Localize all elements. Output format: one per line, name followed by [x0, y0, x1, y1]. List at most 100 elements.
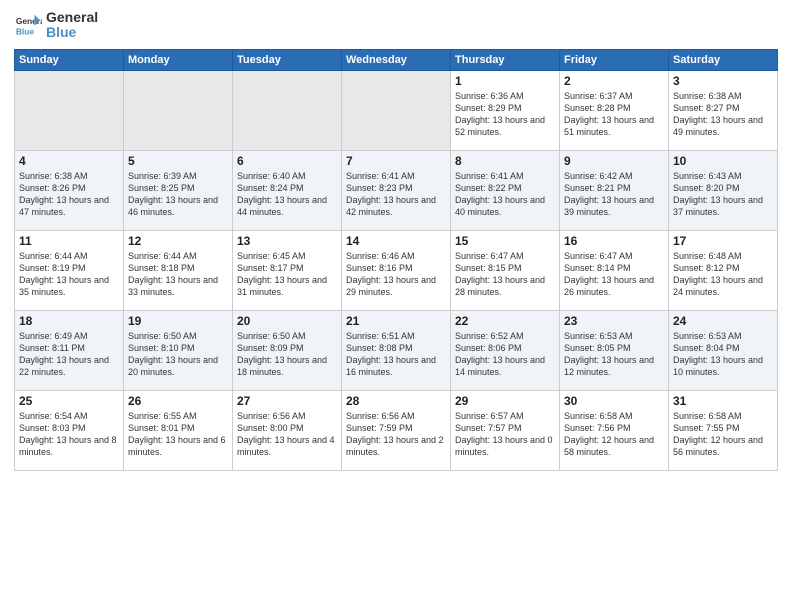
calendar-day-cell: 6 Sunrise: 6:40 AMSunset: 8:24 PMDaylight…: [233, 150, 342, 230]
day-number: 14: [346, 234, 446, 248]
calendar-day-cell: 15 Sunrise: 6:47 AMSunset: 8:15 PMDayligh…: [451, 230, 560, 310]
day-info: Sunrise: 6:38 AMSunset: 8:26 PMDaylight:…: [19, 170, 119, 219]
day-number: 8: [455, 154, 555, 168]
day-number: 15: [455, 234, 555, 248]
calendar-day-cell: 23Sunrise: 6:53 AMSunset: 8:05 PMDayligh…: [560, 310, 669, 390]
calendar-container: General Blue General Blue SundayMondayTu…: [0, 0, 792, 477]
day-info: Sunrise: 6:56 AMSunset: 8:00 PMDaylight:…: [237, 410, 337, 459]
day-info: Sunrise: 6:54 AMSunset: 8:03 PMDaylight:…: [19, 410, 119, 459]
day-info: Sunrise: 6:46 AMSunset: 8:16 PMDaylight:…: [346, 250, 446, 299]
day-info: Sunrise: 6:48 AMSunset: 8:12 PMDaylight:…: [673, 250, 773, 299]
calendar-day-cell: [124, 70, 233, 150]
day-number: 21: [346, 314, 446, 328]
day-info: Sunrise: 6:44 AMSunset: 8:18 PMDaylight:…: [128, 250, 228, 299]
day-info: Sunrise: 6:43 AMSunset: 8:20 PMDaylight:…: [673, 170, 773, 219]
calendar-day-cell: 8 Sunrise: 6:41 AMSunset: 8:22 PMDaylight…: [451, 150, 560, 230]
day-number: 17: [673, 234, 773, 248]
logo-icon: General Blue: [14, 11, 42, 39]
calendar-day-cell: 29 Sunrise: 6:57 AMSunset: 7:57 PMDayligh…: [451, 390, 560, 470]
day-number: 7: [346, 154, 446, 168]
calendar-day-cell: [342, 70, 451, 150]
day-info: Sunrise: 6:47 AMSunset: 8:14 PMDaylight:…: [564, 250, 664, 299]
day-number: 27: [237, 394, 337, 408]
day-info: Sunrise: 6:40 AMSunset: 8:24 PMDaylight:…: [237, 170, 337, 219]
day-info: Sunrise: 6:41 AMSunset: 8:23 PMDaylight:…: [346, 170, 446, 219]
calendar-day-cell: 30 Sunrise: 6:58 AMSunset: 7:56 PMDayligh…: [560, 390, 669, 470]
day-info: Sunrise: 6:58 AMSunset: 7:55 PMDaylight:…: [673, 410, 773, 459]
day-number: 16: [564, 234, 664, 248]
day-number: 25: [19, 394, 119, 408]
calendar-day-cell: 9Sunrise: 6:42 AMSunset: 8:21 PMDaylight…: [560, 150, 669, 230]
calendar-day-cell: 13Sunrise: 6:45 AMSunset: 8:17 PMDayligh…: [233, 230, 342, 310]
logo: General Blue General Blue: [14, 10, 98, 41]
day-number: 31: [673, 394, 773, 408]
calendar-day-cell: 3 Sunrise: 6:38 AMSunset: 8:27 PMDaylight…: [669, 70, 778, 150]
day-info: Sunrise: 6:52 AMSunset: 8:06 PMDaylight:…: [455, 330, 555, 379]
calendar-day-cell: 11 Sunrise: 6:44 AMSunset: 8:19 PMDayligh…: [15, 230, 124, 310]
day-info: Sunrise: 6:44 AMSunset: 8:19 PMDaylight:…: [19, 250, 119, 299]
day-info: Sunrise: 6:36 AMSunset: 8:29 PMDaylight:…: [455, 90, 555, 139]
day-of-week-header: Wednesday: [342, 49, 451, 70]
day-number: 18: [19, 314, 119, 328]
calendar-header: General Blue General Blue: [14, 10, 778, 41]
calendar-day-cell: 2 Sunrise: 6:37 AMSunset: 8:28 PMDaylight…: [560, 70, 669, 150]
day-number: 9: [564, 154, 664, 168]
calendar-day-cell: 10 Sunrise: 6:43 AMSunset: 8:20 PMDayligh…: [669, 150, 778, 230]
day-info: Sunrise: 6:55 AMSunset: 8:01 PMDaylight:…: [128, 410, 228, 459]
day-info: Sunrise: 6:38 AMSunset: 8:27 PMDaylight:…: [673, 90, 773, 139]
calendar-day-cell: 17 Sunrise: 6:48 AMSunset: 8:12 PMDayligh…: [669, 230, 778, 310]
day-number: 3: [673, 74, 773, 88]
calendar-day-cell: 28Sunrise: 6:56 AMSunset: 7:59 PMDayligh…: [342, 390, 451, 470]
calendar-table: SundayMondayTuesdayWednesdayThursdayFrid…: [14, 49, 778, 471]
calendar-day-cell: 20Sunrise: 6:50 AMSunset: 8:09 PMDayligh…: [233, 310, 342, 390]
calendar-day-cell: 18Sunrise: 6:49 AMSunset: 8:11 PMDayligh…: [15, 310, 124, 390]
logo-line1: General: [46, 10, 98, 25]
logo-line2: Blue: [46, 25, 98, 40]
calendar-day-cell: 1 Sunrise: 6:36 AMSunset: 8:29 PMDaylight…: [451, 70, 560, 150]
calendar-day-cell: 12 Sunrise: 6:44 AMSunset: 8:18 PMDayligh…: [124, 230, 233, 310]
day-number: 2: [564, 74, 664, 88]
day-number: 11: [19, 234, 119, 248]
day-info: Sunrise: 6:53 AMSunset: 8:05 PMDaylight:…: [564, 330, 664, 379]
day-number: 6: [237, 154, 337, 168]
day-of-week-header: Sunday: [15, 49, 124, 70]
calendar-day-cell: 31 Sunrise: 6:58 AMSunset: 7:55 PMDayligh…: [669, 390, 778, 470]
day-number: 26: [128, 394, 228, 408]
day-number: 29: [455, 394, 555, 408]
calendar-week-row: 11 Sunrise: 6:44 AMSunset: 8:19 PMDayligh…: [15, 230, 778, 310]
day-info: Sunrise: 6:51 AMSunset: 8:08 PMDaylight:…: [346, 330, 446, 379]
day-number: 12: [128, 234, 228, 248]
day-number: 22: [455, 314, 555, 328]
day-number: 28: [346, 394, 446, 408]
calendar-day-cell: 22 Sunrise: 6:52 AMSunset: 8:06 PMDayligh…: [451, 310, 560, 390]
day-number: 5: [128, 154, 228, 168]
calendar-day-cell: 21 Sunrise: 6:51 AMSunset: 8:08 PMDayligh…: [342, 310, 451, 390]
calendar-day-cell: 14 Sunrise: 6:46 AMSunset: 8:16 PMDayligh…: [342, 230, 451, 310]
day-of-week-header: Thursday: [451, 49, 560, 70]
day-number: 30: [564, 394, 664, 408]
calendar-week-row: 25 Sunrise: 6:54 AMSunset: 8:03 PMDayligh…: [15, 390, 778, 470]
day-info: Sunrise: 6:45 AMSunset: 8:17 PMDaylight:…: [237, 250, 337, 299]
calendar-day-cell: 25 Sunrise: 6:54 AMSunset: 8:03 PMDayligh…: [15, 390, 124, 470]
day-info: Sunrise: 6:50 AMSunset: 8:09 PMDaylight:…: [237, 330, 337, 379]
calendar-header-row: SundayMondayTuesdayWednesdayThursdayFrid…: [15, 49, 778, 70]
day-info: Sunrise: 6:57 AMSunset: 7:57 PMDaylight:…: [455, 410, 555, 459]
day-number: 10: [673, 154, 773, 168]
day-info: Sunrise: 6:41 AMSunset: 8:22 PMDaylight:…: [455, 170, 555, 219]
day-number: 1: [455, 74, 555, 88]
calendar-day-cell: [233, 70, 342, 150]
day-of-week-header: Tuesday: [233, 49, 342, 70]
calendar-day-cell: 26 Sunrise: 6:55 AMSunset: 8:01 PMDayligh…: [124, 390, 233, 470]
day-info: Sunrise: 6:37 AMSunset: 8:28 PMDaylight:…: [564, 90, 664, 139]
calendar-day-cell: 5Sunrise: 6:39 AMSunset: 8:25 PMDaylight…: [124, 150, 233, 230]
calendar-day-cell: 4Sunrise: 6:38 AMSunset: 8:26 PMDaylight…: [15, 150, 124, 230]
calendar-day-cell: [15, 70, 124, 150]
calendar-day-cell: 7 Sunrise: 6:41 AMSunset: 8:23 PMDaylight…: [342, 150, 451, 230]
svg-text:Blue: Blue: [16, 27, 34, 37]
day-info: Sunrise: 6:47 AMSunset: 8:15 PMDaylight:…: [455, 250, 555, 299]
calendar-week-row: 18Sunrise: 6:49 AMSunset: 8:11 PMDayligh…: [15, 310, 778, 390]
day-number: 24: [673, 314, 773, 328]
calendar-week-row: 4Sunrise: 6:38 AMSunset: 8:26 PMDaylight…: [15, 150, 778, 230]
day-of-week-header: Saturday: [669, 49, 778, 70]
day-info: Sunrise: 6:58 AMSunset: 7:56 PMDaylight:…: [564, 410, 664, 459]
